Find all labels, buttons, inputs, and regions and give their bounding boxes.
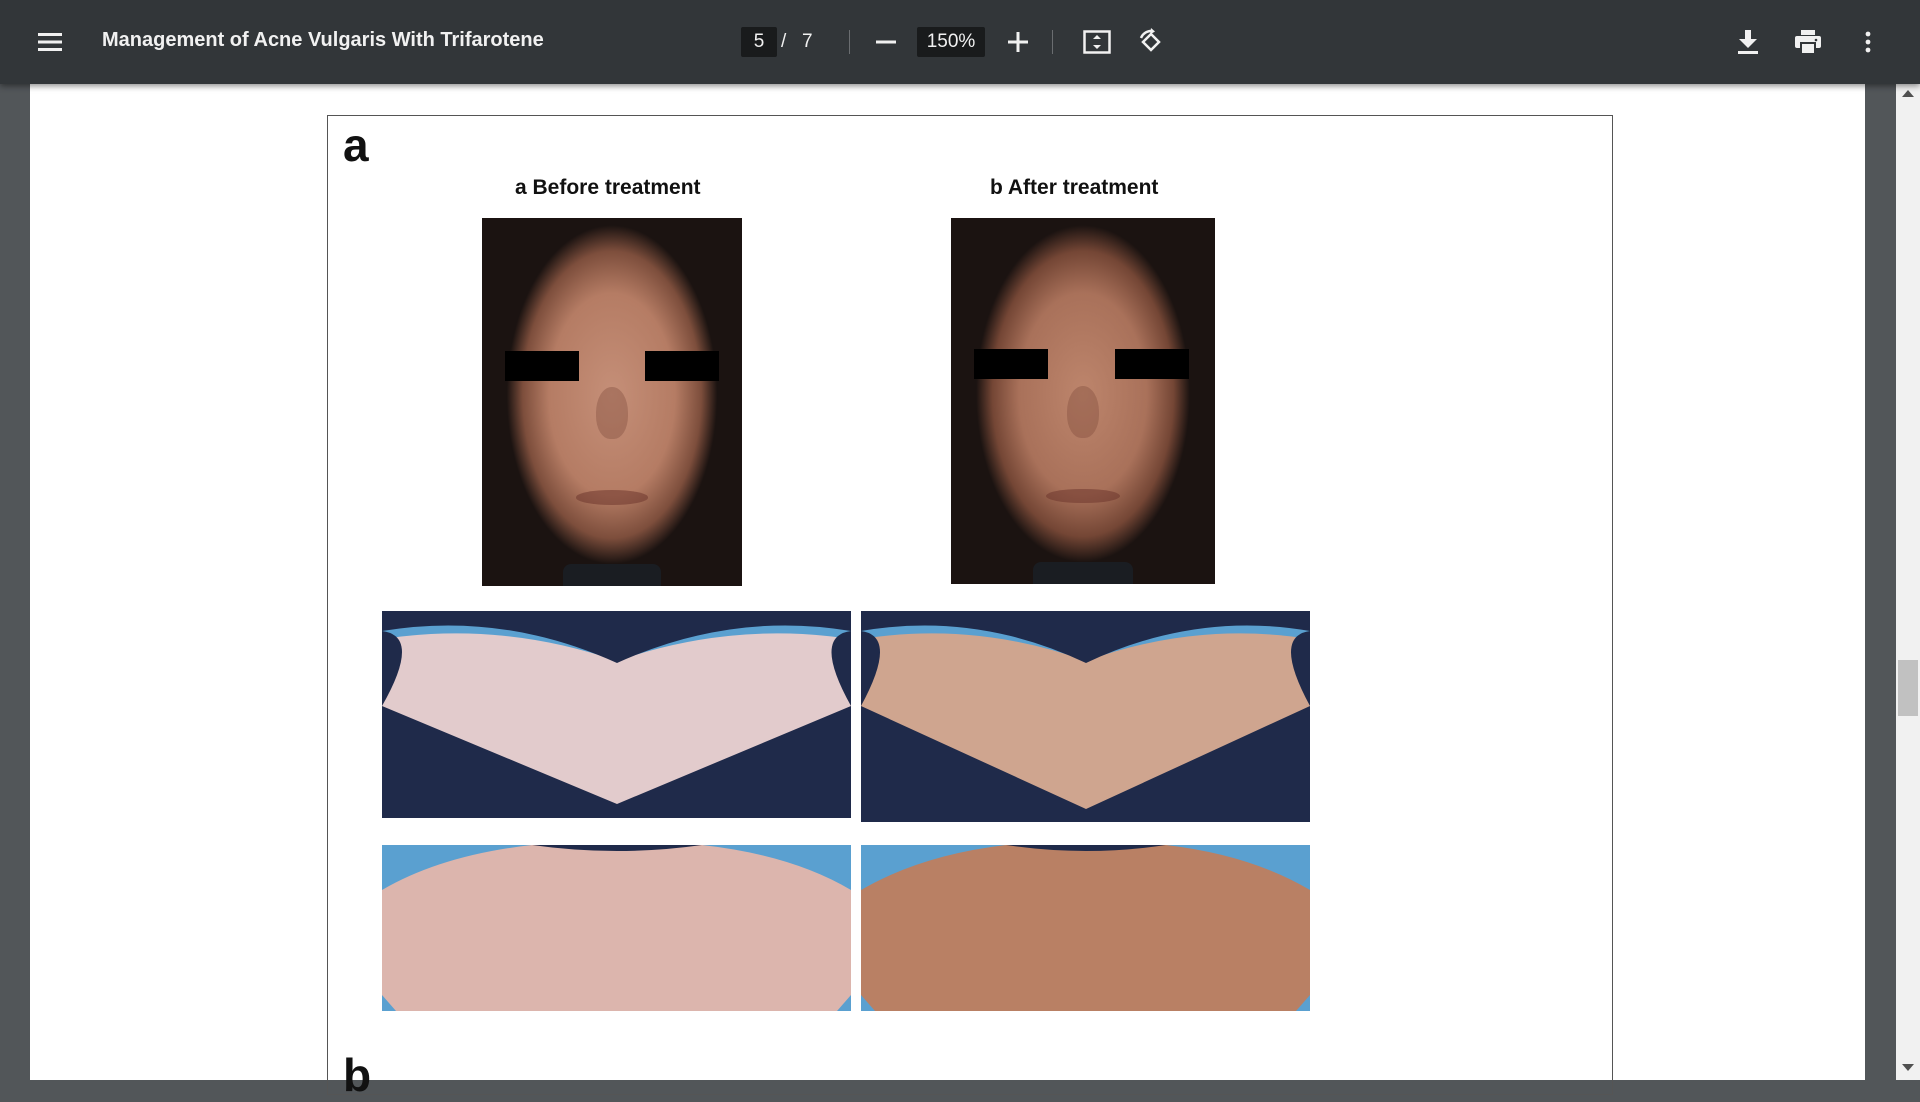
pdf-toolbar: Management of Acne Vulgaris With Trifaro… [0, 0, 1920, 84]
total-pages: 7 [802, 31, 813, 52]
eye-censor-bar [505, 351, 579, 381]
page-number-input[interactable]: 5 [741, 27, 777, 57]
more-actions-button[interactable] [1848, 22, 1888, 62]
chest-photo-after [861, 611, 1310, 822]
download-button[interactable] [1728, 22, 1768, 62]
back-skin-graphic [382, 845, 851, 1011]
document-title: Management of Acne Vulgaris With Trifaro… [102, 29, 544, 51]
fit-to-page-icon [1083, 30, 1111, 54]
download-icon [1738, 30, 1758, 54]
plus-icon [1008, 32, 1028, 52]
back-photo-after [861, 845, 1310, 1011]
face-photo-after [951, 218, 1215, 584]
nose-shape [1067, 386, 1099, 438]
zoom-in-button[interactable] [998, 22, 1038, 62]
fit-to-page-button[interactable] [1077, 22, 1117, 62]
vertical-scrollbar[interactable] [1896, 84, 1920, 1080]
face-photo-before [482, 218, 742, 586]
zoom-out-button[interactable] [866, 22, 906, 62]
scrollbar-thumb[interactable] [1898, 660, 1918, 716]
zoom-level-input[interactable]: 150% [917, 27, 985, 57]
chest-shirt-graphic [861, 611, 1310, 822]
chest-photo-before [382, 611, 851, 818]
scroll-up-arrow-icon[interactable] [1902, 90, 1914, 97]
toolbar-divider [849, 30, 850, 54]
page-separator: / [781, 31, 787, 52]
mouth-shape [1046, 488, 1120, 504]
toolbar-divider [1052, 30, 1053, 54]
chin-rest [1032, 562, 1134, 584]
back-photo-before [382, 845, 851, 1011]
mouth-shape [575, 490, 649, 506]
rotate-button[interactable] [1131, 22, 1171, 62]
menu-button[interactable] [30, 22, 70, 62]
chin-rest [562, 563, 662, 586]
eye-censor-bar [974, 349, 1048, 379]
menu-icon [38, 33, 62, 51]
eye-censor-bar [1115, 349, 1189, 379]
scroll-down-arrow-icon[interactable] [1902, 1064, 1914, 1071]
caption-after-treatment: b After treatment [990, 176, 1159, 199]
caption-before-treatment: a Before treatment [515, 176, 701, 199]
eye-censor-bar [645, 351, 719, 381]
chest-shirt-graphic [382, 611, 851, 818]
rotate-icon [1139, 28, 1161, 52]
print-button[interactable] [1788, 22, 1828, 62]
panel-label-a: a [343, 119, 369, 171]
print-icon [1795, 30, 1821, 54]
minus-icon [876, 40, 896, 44]
panel-label-b: b [343, 1049, 372, 1101]
back-skin-graphic [861, 845, 1310, 1011]
more-vert-icon [1865, 31, 1871, 53]
nose-shape [596, 387, 628, 439]
